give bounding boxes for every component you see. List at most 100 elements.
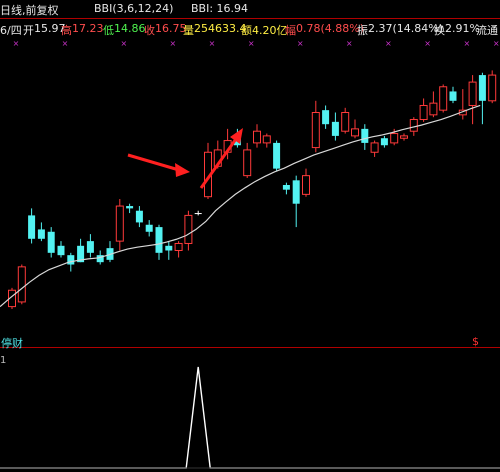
signal-marker-icon: × xyxy=(385,39,392,48)
candle xyxy=(253,124,261,148)
candle-body xyxy=(341,112,350,132)
candle xyxy=(322,105,330,129)
candle-body xyxy=(409,119,418,132)
candle xyxy=(292,175,300,228)
candle-body xyxy=(126,206,134,209)
candle xyxy=(135,206,143,228)
candle xyxy=(243,142,252,178)
candles xyxy=(8,70,497,309)
candle xyxy=(194,210,202,216)
candle-body xyxy=(449,91,457,101)
kline-chart[interactable]: × × × × × × × × × × × × xyxy=(0,0,500,472)
signal-marker-icon: × xyxy=(120,39,127,48)
candle xyxy=(311,100,320,153)
candle-body xyxy=(155,227,163,253)
candle-body xyxy=(262,135,271,144)
candle-body xyxy=(165,245,173,251)
candle-body xyxy=(37,229,45,239)
signal-marker-icon: × xyxy=(424,39,431,48)
candle-body xyxy=(135,210,143,223)
candle xyxy=(174,241,183,258)
candle-body xyxy=(429,102,438,116)
candle-body xyxy=(86,241,94,253)
candle xyxy=(400,133,408,141)
candle xyxy=(145,220,153,237)
candle-body xyxy=(184,214,193,244)
candle xyxy=(488,70,497,104)
candle-body xyxy=(419,104,428,121)
candle-body xyxy=(145,224,153,232)
indicator-line xyxy=(0,366,500,469)
candle-body xyxy=(253,130,261,144)
candle xyxy=(126,203,134,214)
candle xyxy=(282,182,290,195)
candle xyxy=(273,140,281,171)
candle-body xyxy=(468,81,477,106)
candle xyxy=(302,168,310,197)
signal-dollar-icon: $ xyxy=(472,335,479,348)
candle-body xyxy=(302,175,310,195)
candle-body xyxy=(243,149,252,177)
signal-marker-icon: × xyxy=(297,39,304,48)
candle xyxy=(155,224,163,260)
candle-body xyxy=(439,86,448,111)
candle-body xyxy=(292,180,300,204)
annotation-arrow-down xyxy=(127,153,190,177)
candle-body xyxy=(311,112,320,149)
candle-body xyxy=(28,215,36,239)
candle xyxy=(37,222,45,242)
indicator-axis-value: 1 xyxy=(0,355,7,366)
candle-body xyxy=(194,213,202,215)
candle xyxy=(57,241,65,258)
candle xyxy=(77,238,85,263)
candle-body xyxy=(361,128,369,143)
indicator-panel-label[interactable]: 停财 xyxy=(1,335,23,351)
candle xyxy=(165,241,173,260)
signal-marker-icon: × xyxy=(13,39,20,48)
candle-body xyxy=(174,242,183,251)
candle xyxy=(106,241,114,263)
candle-body xyxy=(17,266,26,303)
candle-body xyxy=(400,135,408,139)
signal-marker-icon: × xyxy=(346,39,353,48)
signal-marker-icon: × xyxy=(209,39,216,48)
candle xyxy=(380,135,388,148)
candle xyxy=(184,210,193,251)
candle-body xyxy=(370,142,379,153)
candle xyxy=(478,72,486,125)
candle-body xyxy=(115,205,124,242)
candle-body xyxy=(390,133,399,144)
candle-body xyxy=(273,142,281,169)
candle xyxy=(419,98,428,122)
candle xyxy=(449,86,457,104)
candle xyxy=(341,107,350,134)
candle xyxy=(429,91,438,118)
candle xyxy=(262,133,271,148)
candle-body xyxy=(478,75,486,101)
candle xyxy=(351,119,359,139)
candle xyxy=(361,124,369,150)
candle xyxy=(370,140,379,157)
candle-body xyxy=(351,128,359,137)
candle-body xyxy=(47,231,55,253)
candle-body xyxy=(282,185,290,190)
signal-marker-icon: × xyxy=(248,39,255,48)
candle xyxy=(86,234,94,258)
candle xyxy=(439,84,448,113)
candle-body xyxy=(331,121,339,136)
signal-marker-icon: × xyxy=(169,39,176,48)
candle xyxy=(47,227,55,258)
signal-marker-icon: × xyxy=(463,39,470,48)
candle-body xyxy=(322,110,330,125)
candle xyxy=(28,208,36,244)
signal-marker-icon: × xyxy=(493,39,500,48)
candle xyxy=(458,89,467,120)
signal-marker-icon: × xyxy=(62,39,69,48)
candle xyxy=(115,199,124,251)
candle xyxy=(204,142,212,200)
candle-body xyxy=(488,74,497,102)
candle-body xyxy=(380,138,388,146)
candle xyxy=(17,264,26,305)
candle-body xyxy=(67,255,75,265)
signal-markers: × × × × × × × × × × × × xyxy=(13,39,500,48)
